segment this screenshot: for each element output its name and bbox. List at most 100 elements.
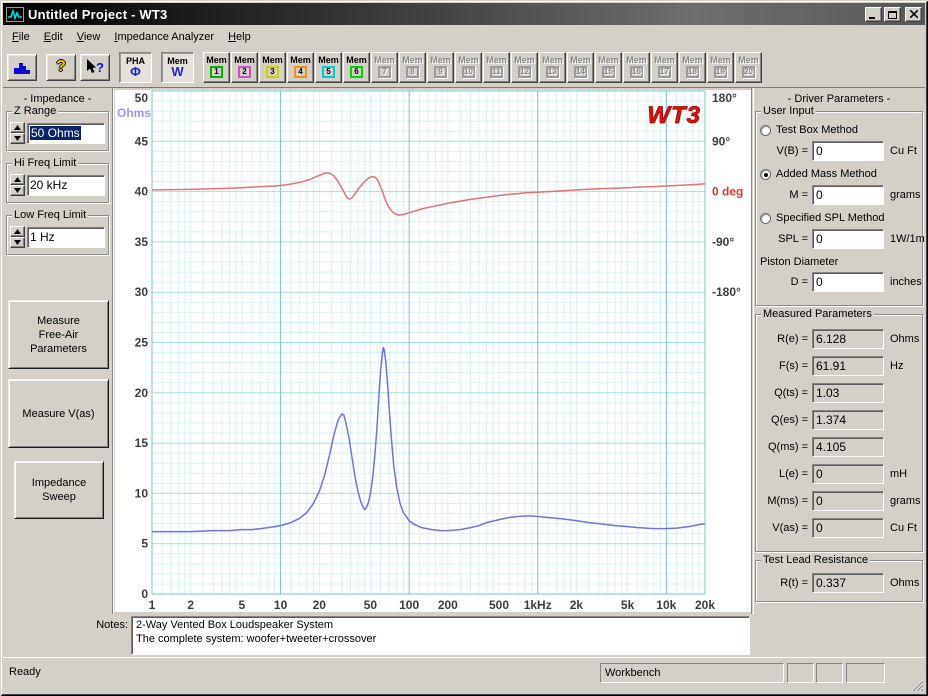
user-input-group: User Input Test Box MethodV(B) =0Cu FtAd… <box>755 111 923 306</box>
z-range-up-button[interactable] <box>10 122 25 133</box>
svg-text:35: 35 <box>135 235 149 249</box>
svg-text:10: 10 <box>274 598 288 612</box>
maximize-button[interactable] <box>884 7 901 22</box>
measured-parameters-group: Measured Parameters R(e) =6.128OhmsF(s) … <box>755 314 923 552</box>
input-field-m[interactable]: 0 <box>812 185 884 205</box>
svg-text:-90°: -90° <box>712 235 734 249</box>
hi-freq-field[interactable]: 20 kHz <box>27 175 105 196</box>
resize-grip[interactable] <box>909 677 924 692</box>
impedance-chart-icon-button[interactable] <box>7 54 37 81</box>
memory-13-button: Mem13 <box>539 52 566 83</box>
menu-item-impedance-analyzer[interactable]: Impedance Analyzer <box>107 28 221 46</box>
svg-text:40: 40 <box>135 185 149 199</box>
status-workbench-panel: Workbench <box>600 663 784 683</box>
memory-19-button: Mem19 <box>707 52 734 83</box>
notes-line: 2-Way Vented Box Loudspeaker System <box>136 618 745 632</box>
svg-text:0: 0 <box>141 587 148 601</box>
svg-text:20: 20 <box>135 386 149 400</box>
measured-value-field: 1.03 <box>812 383 884 403</box>
low-freq-field[interactable]: 1 Hz <box>27 227 105 248</box>
title-bar: Untitled Project - WT3 <box>3 3 925 25</box>
context-help-button[interactable]: ? <box>80 54 110 81</box>
svg-text:10: 10 <box>135 486 149 500</box>
memory-4-button[interactable]: Mem4 <box>287 52 314 83</box>
z-range-group: Z Range 50 Ohms <box>6 111 109 151</box>
help-button[interactable]: ? <box>46 54 76 81</box>
menu-item-file[interactable]: File <box>5 28 37 46</box>
low-freq-down-button[interactable] <box>10 237 25 248</box>
menu-item-edit[interactable]: Edit <box>37 28 70 46</box>
measured-row: Q(ts) =1.03 <box>760 383 918 403</box>
memory-18-button: Mem18 <box>679 52 706 83</box>
measure-vas-button[interactable]: Measure V(as) <box>8 379 109 448</box>
measure-free-air-button[interactable]: Measure Free-Air Parameters <box>8 300 109 369</box>
app-window: Untitled Project - WT3 FileEditViewImped… <box>0 0 928 696</box>
impedance-panel: - Impedance - Z Range 50 Ohms Hi Freq Li… <box>3 88 113 614</box>
memory-12-button: Mem12 <box>511 52 538 83</box>
low-freq-up-button[interactable] <box>10 226 25 237</box>
memory-10-button: Mem10 <box>455 52 482 83</box>
input-field-vb[interactable]: 0 <box>812 141 884 161</box>
memory-1-button[interactable]: Mem1 <box>203 52 230 83</box>
hi-freq-down-button[interactable] <box>10 185 25 196</box>
z-range-down-button[interactable] <box>10 133 25 144</box>
memory-8-button: Mem8 <box>399 52 426 83</box>
memory-3-button[interactable]: Mem3 <box>259 52 286 83</box>
memory-14-button: Mem14 <box>567 52 594 83</box>
window-title: Untitled Project - WT3 <box>28 7 863 22</box>
radio-icon[interactable] <box>760 213 771 224</box>
svg-text:200: 200 <box>438 598 458 612</box>
svg-text:30: 30 <box>135 285 149 299</box>
memory-9-button: Mem9 <box>427 52 454 83</box>
memory-6-button[interactable]: Mem6 <box>343 52 370 83</box>
memory-5-button[interactable]: Mem5 <box>315 52 342 83</box>
app-icon <box>6 7 24 22</box>
svg-text:100: 100 <box>399 598 419 612</box>
svg-text:45: 45 <box>135 134 149 148</box>
radio-icon[interactable] <box>760 125 771 136</box>
svg-text:?: ? <box>96 60 104 75</box>
svg-text:2k: 2k <box>570 598 584 612</box>
memory-2-button[interactable]: Mem2 <box>231 52 258 83</box>
measured-value-field: 0 <box>812 518 884 538</box>
memory-20-button: Mem20 <box>735 52 762 83</box>
measured-value-field: 0 <box>812 491 884 511</box>
memory-11-button: Mem11 <box>483 52 510 83</box>
notes-textarea[interactable]: 2-Way Vented Box Loudspeaker System The … <box>131 616 750 655</box>
memory-waveform-toggle-button[interactable]: Mem W <box>161 52 194 83</box>
input-field-spl[interactable]: 0 <box>812 229 884 249</box>
menu-item-view[interactable]: View <box>70 28 108 46</box>
measured-value-field: 0 <box>812 464 884 484</box>
radio-test-box-method[interactable]: Test Box Method <box>760 124 918 136</box>
radio-added-mass-method[interactable]: Added Mass Method <box>760 168 918 180</box>
svg-text:50: 50 <box>364 598 378 612</box>
status-bar: Ready Workbench <box>3 657 925 693</box>
svg-text:180°: 180° <box>712 91 737 105</box>
impedance-sweep-button[interactable]: Impedance Sweep <box>14 461 104 519</box>
svg-text:15: 15 <box>135 436 149 450</box>
status-panel-empty <box>816 663 843 683</box>
menu-item-help[interactable]: Help <box>221 28 258 46</box>
memory-16-button: Mem16 <box>623 52 650 83</box>
measured-row: V(as) =0Cu Ft <box>760 518 918 538</box>
input-field-d[interactable]: 0 <box>812 272 884 292</box>
svg-text:-180°: -180° <box>712 285 741 299</box>
z-range-field[interactable]: 50 Ohms <box>27 123 105 144</box>
svg-text:2: 2 <box>187 598 194 612</box>
radio-specified-spl-method[interactable]: Specified SPL Method <box>760 212 918 224</box>
status-panel-empty <box>846 663 885 683</box>
phase-toggle-button[interactable]: PHA Φ <box>119 52 152 83</box>
memory-17-button: Mem17 <box>651 52 678 83</box>
radio-icon[interactable] <box>760 169 771 180</box>
close-button[interactable] <box>905 7 922 22</box>
driver-parameters-panel: - Driver Parameters - User Input Test Bo… <box>753 88 925 615</box>
measured-row: L(e) =0mH <box>760 464 918 484</box>
svg-text:1kHz: 1kHz <box>524 598 552 612</box>
svg-text:50: 50 <box>135 91 149 105</box>
status-panel-empty <box>787 663 814 683</box>
driver-parameters-title: - Driver Parameters - <box>753 93 925 105</box>
hi-freq-up-button[interactable] <box>10 174 25 185</box>
minimize-button[interactable] <box>865 7 882 22</box>
notes-label: Notes: <box>40 619 128 631</box>
svg-text:20: 20 <box>313 598 327 612</box>
